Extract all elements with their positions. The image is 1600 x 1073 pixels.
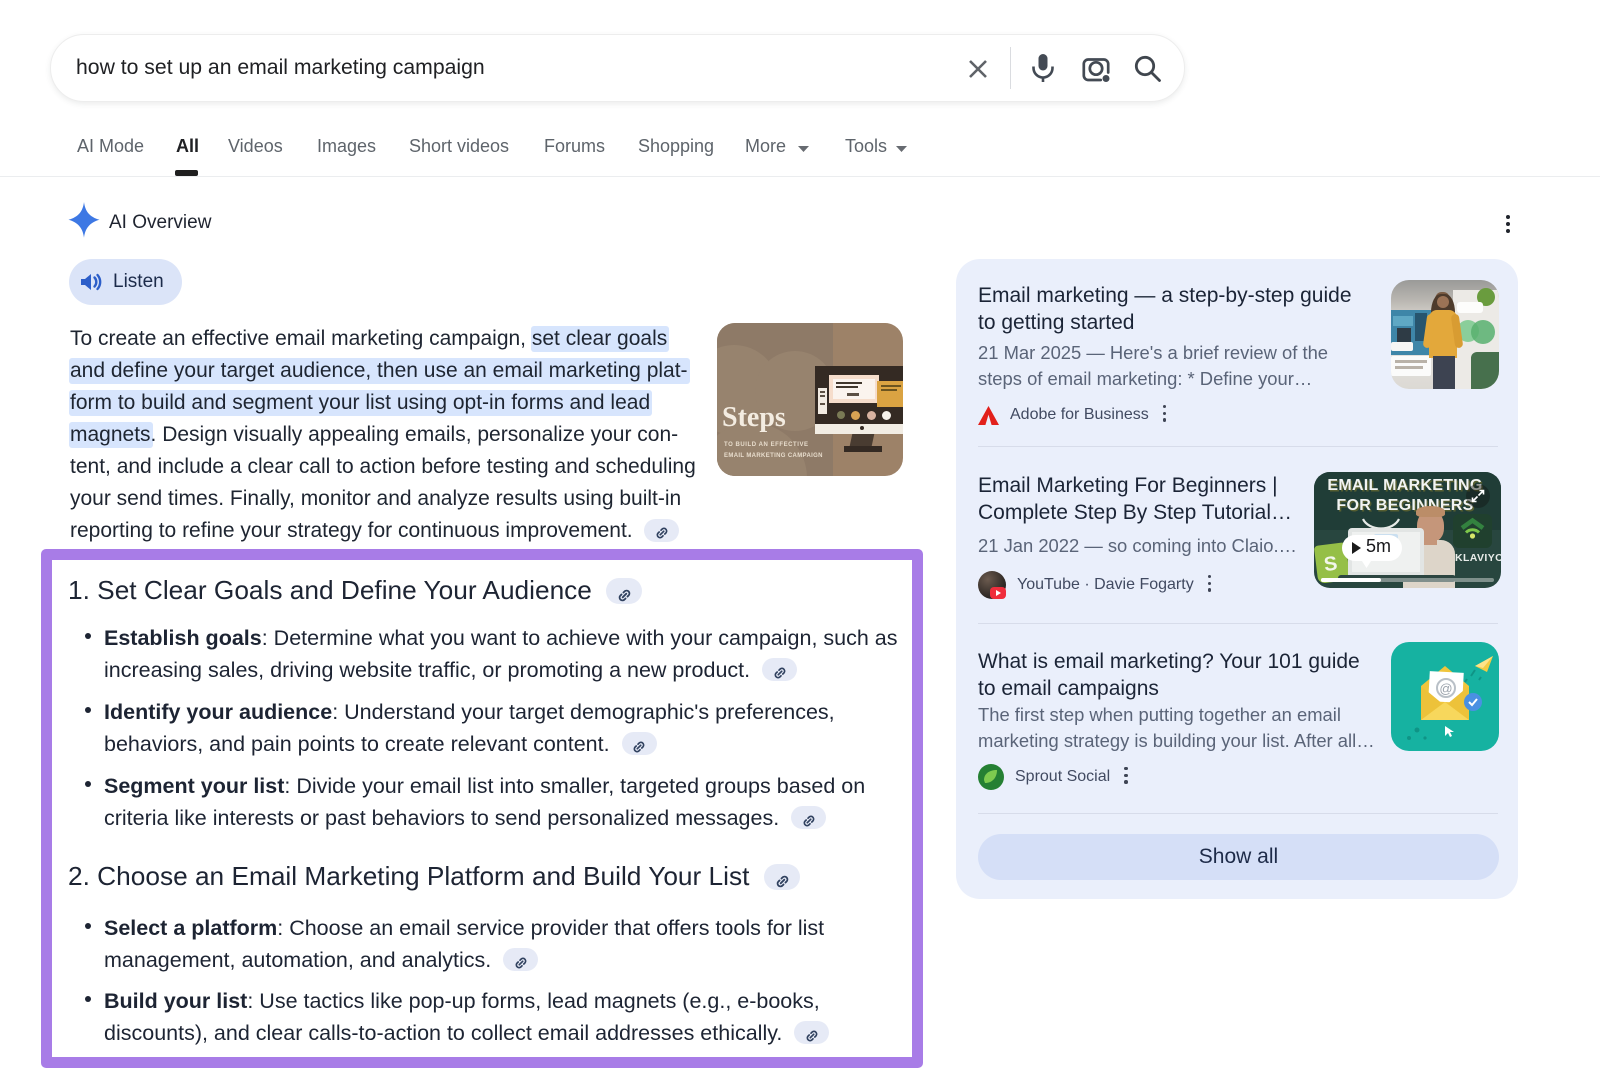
svg-text:@: @: [1439, 681, 1452, 696]
